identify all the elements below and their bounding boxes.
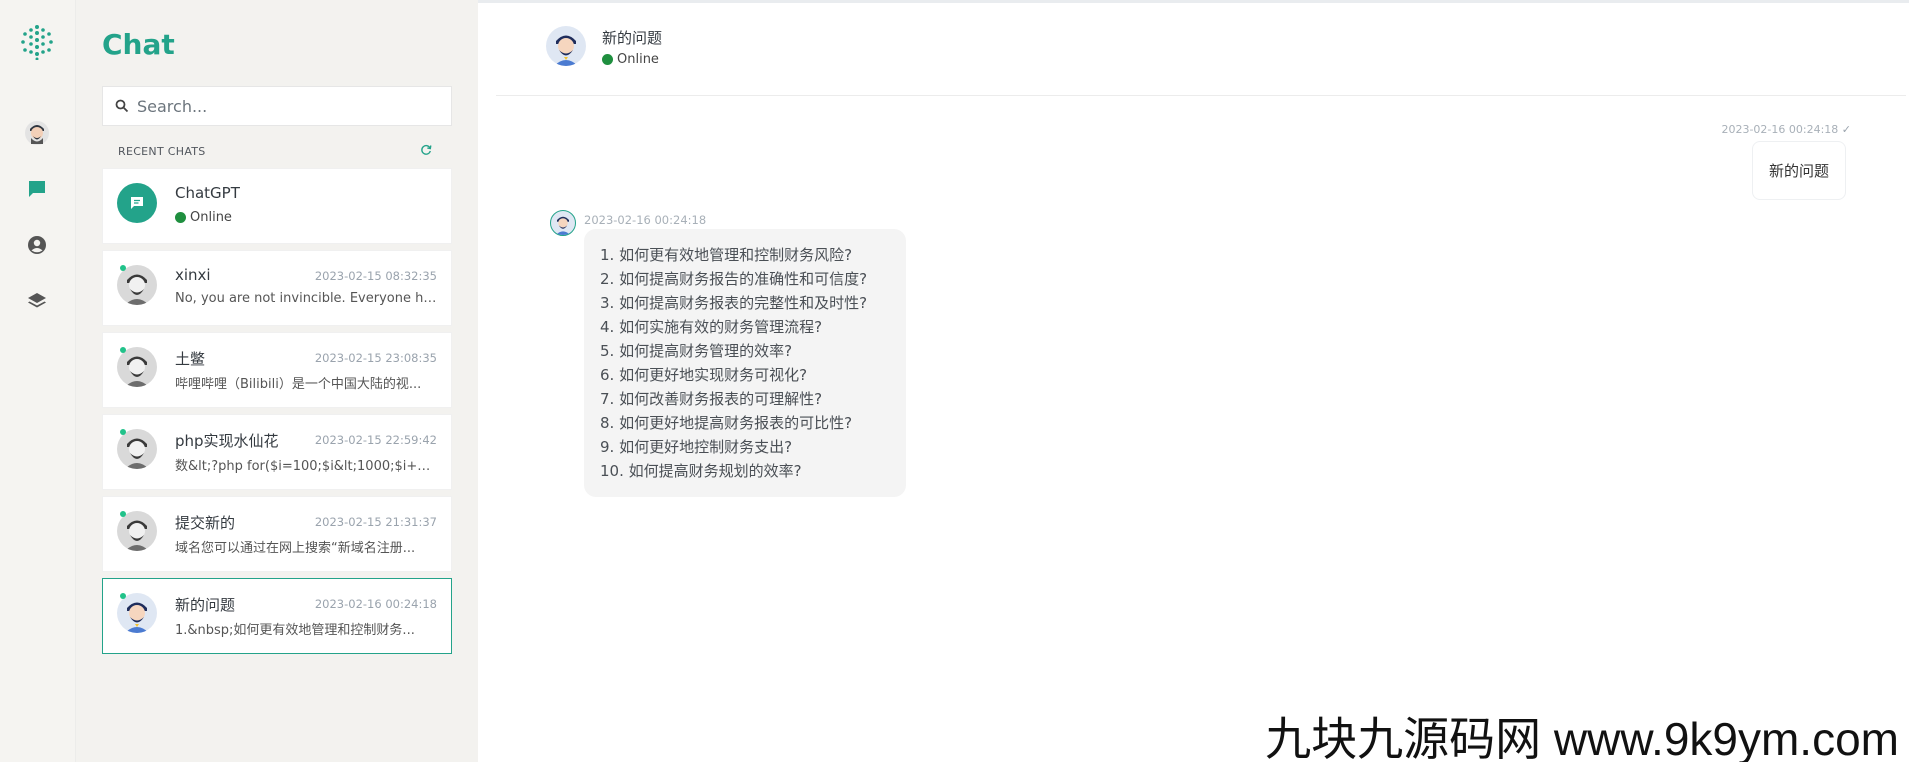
chat-preview: 数&lt;?php for($i=100;$i&lt;1000;$i++)... <box>175 459 437 474</box>
chat-avatar <box>117 347 157 387</box>
search-box[interactable] <box>102 86 452 126</box>
avatar-icon <box>125 602 149 633</box>
online-indicator <box>120 511 126 517</box>
message-line: 1. 如何更有效地管理和控制财务风险? <box>600 246 853 264</box>
online-dot-icon <box>602 54 613 65</box>
chat-time: 2023-02-15 23:08:35 <box>314 351 437 365</box>
message-line: 7. 如何改善财务报表的可理解性? <box>600 390 823 408</box>
chat-name: 提交新的 <box>175 514 236 532</box>
incoming-avatar <box>550 210 576 236</box>
message-line: 6. 如何更好地实现财务可视化? <box>600 366 808 384</box>
rail-profile[interactable] <box>24 232 50 258</box>
search-icon <box>115 99 129 113</box>
chat-time: 2023-02-16 00:24:18 <box>314 597 437 611</box>
message-line: 8. 如何更好地提高财务报表的可比性? <box>600 414 853 432</box>
incoming-message-time: 2023-02-16 00:24:18 <box>584 213 707 227</box>
chat-name: php实现水仙花 <box>175 432 279 450</box>
status-text: Online <box>617 52 659 67</box>
chat-preview: No, you are not invincible. Everyone has… <box>175 291 437 306</box>
avatar-icon <box>125 520 149 551</box>
outgoing-time-text: 2023-02-16 00:24:18 <box>1721 123 1839 136</box>
chat-name: 土鳖 <box>175 350 206 368</box>
chat-list: ChatGPT Online xinxi 2023-02-15 08:32:35… <box>102 168 452 660</box>
chat-avatar <box>117 265 157 305</box>
chat-avatar <box>117 511 157 551</box>
conversation-header: 新的问题 Online <box>496 3 1906 96</box>
icon-rail <box>0 0 76 762</box>
avatar-icon <box>125 274 149 305</box>
avatar-icon <box>555 216 571 235</box>
chat-avatar <box>117 593 157 633</box>
online-indicator <box>120 593 126 599</box>
chat-name: 新的问题 <box>175 596 236 614</box>
layers-icon <box>28 293 46 308</box>
header-avatar <box>546 26 586 66</box>
refresh-icon[interactable] <box>420 144 432 156</box>
chat-item-chatgpt[interactable]: ChatGPT Online <box>102 168 452 244</box>
watermark-text: 九块九源码网 www.9k9ym.com <box>1265 713 1899 762</box>
rail-layers[interactable] <box>24 288 50 314</box>
chat-avatar <box>117 429 157 469</box>
chat-item-tubie[interactable]: 土鳖 2023-02-15 23:08:35 哔哩哔哩（Bilibili）是一个… <box>102 332 452 408</box>
panel-title: Chat <box>102 28 175 61</box>
avatar-icon <box>125 438 149 469</box>
read-check-icon: ✓ <box>1841 123 1851 136</box>
status-text: Online <box>190 210 232 225</box>
chat-status: Online <box>175 210 232 225</box>
chat-avatar <box>117 183 157 223</box>
recent-chats-header: RECENT CHATS <box>118 145 206 158</box>
conversation-pane: 新的问题 Online 2023-02-16 00:24:18 ✓ 新的问题 2… <box>478 0 1909 762</box>
chat-icon <box>29 181 45 197</box>
avatar-icon <box>25 121 49 145</box>
message-line: 5. 如何提高财务管理的效率? <box>600 342 793 360</box>
chat-time: 2023-02-15 21:31:37 <box>314 515 437 529</box>
user-circle-icon <box>28 236 46 254</box>
outgoing-message-time: 2023-02-16 00:24:18 ✓ <box>1721 123 1851 136</box>
message-line: 4. 如何实施有效的财务管理流程? <box>600 318 823 336</box>
message-line: 2. 如何提高财务报告的准确性和可信度? <box>600 270 868 288</box>
app-window: Chat RECENT CHATS <box>0 0 1909 762</box>
chat-item-new-question[interactable]: 新的问题 2023-02-16 00:24:18 1.&nbsp;如何更有效地管… <box>102 578 452 654</box>
online-indicator <box>120 429 126 435</box>
chat-item-submit-new[interactable]: 提交新的 2023-02-15 21:31:37 域名您可以通过在网上搜索“新域… <box>102 496 452 572</box>
message-line: 9. 如何更好地控制财务支出? <box>600 438 793 456</box>
online-dot-icon <box>175 212 186 223</box>
chat-preview: 1.&nbsp;如何更有效地管理和控制财务... <box>175 623 415 638</box>
avatar-icon <box>554 35 578 66</box>
logo-icon[interactable] <box>20 24 54 60</box>
online-indicator <box>120 347 126 353</box>
online-indicator <box>120 265 126 271</box>
message-icon <box>131 197 143 209</box>
chat-list-panel: Chat RECENT CHATS <box>76 0 478 762</box>
chat-name: xinxi <box>175 266 211 284</box>
conversation-title: 新的问题 <box>602 29 663 47</box>
chat-time: 2023-02-15 22:59:42 <box>314 433 437 447</box>
outgoing-message-bubble: 新的问题 <box>1751 141 1846 200</box>
incoming-message-bubble: 1. 如何更有效地管理和控制财务风险? 2. 如何提高财务报告的准确性和可信度?… <box>584 229 906 497</box>
search-input[interactable] <box>137 96 437 116</box>
chat-time: 2023-02-15 08:32:35 <box>314 269 437 283</box>
conversation-status: Online <box>602 52 659 67</box>
chat-preview: 哔哩哔哩（Bilibili）是一个中国大陆的视... <box>175 377 422 392</box>
message-line: 3. 如何提高财务报表的完整性和及时性? <box>600 294 868 312</box>
rail-avatar[interactable] <box>24 120 50 146</box>
chat-item-xinxi[interactable]: xinxi 2023-02-15 08:32:35 No, you are no… <box>102 250 452 326</box>
chat-preview: 域名您可以通过在网上搜索“新域名注册... <box>175 541 416 556</box>
chat-item-php[interactable]: php实现水仙花 2023-02-15 22:59:42 数&lt;?php f… <box>102 414 452 490</box>
avatar-icon <box>125 356 149 387</box>
chat-name: ChatGPT <box>175 184 240 202</box>
rail-chats[interactable] <box>24 176 50 202</box>
message-line: 10. 如何提高财务规划的效率? <box>600 462 802 480</box>
